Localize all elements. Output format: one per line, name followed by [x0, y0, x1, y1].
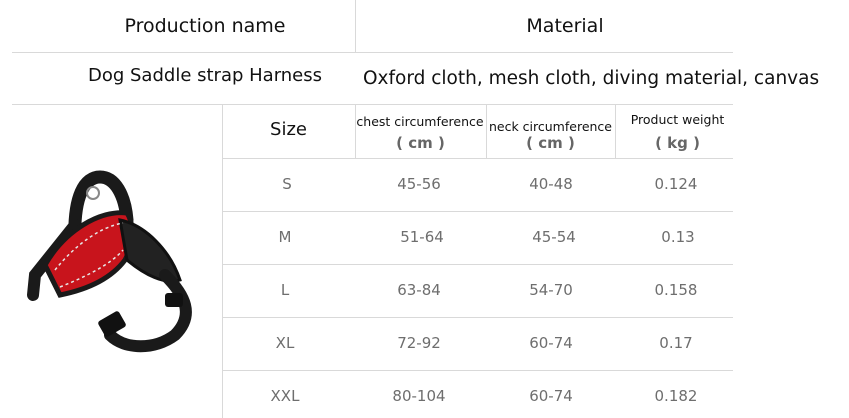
chest-cell: 80-104 [392, 387, 446, 405]
size-table-row-line-3 [222, 264, 733, 265]
top-table-divider-1 [12, 52, 733, 53]
size-column-header: Size [270, 119, 307, 140]
neck-cell: 54-70 [529, 281, 573, 299]
weight-unit: ( kg ) [655, 134, 700, 152]
neck-cell: 40-48 [529, 175, 573, 193]
harness-product-image [27, 170, 192, 353]
weight-column-header: Product weight [630, 112, 725, 127]
harness-buckle [98, 311, 126, 337]
size-table-row-line-5 [222, 370, 733, 371]
chest-cell: 45-56 [397, 175, 441, 193]
chest-unit: ( cm ) [396, 134, 445, 152]
neck-cell: 60-74 [529, 387, 573, 405]
size-table-row-line-4 [222, 317, 733, 318]
weight-cell: 0.124 [654, 175, 698, 193]
neck-unit: ( cm ) [526, 134, 575, 152]
size-cell: S [282, 175, 292, 193]
production-name-label: Production name [124, 15, 286, 37]
chest-cell: 51-64 [400, 228, 444, 246]
size-cell: XXL [270, 387, 300, 405]
neck-cell: 45-54 [532, 228, 576, 246]
chest-cell: 72-92 [397, 334, 441, 352]
top-table-vertical [355, 0, 356, 52]
weight-cell: 0.158 [654, 281, 698, 299]
harness-chest-strap [104, 269, 192, 353]
weight-cell: 0.182 [654, 387, 698, 405]
top-table-divider-2 [12, 104, 733, 105]
weight-cell: 0.17 [659, 334, 693, 352]
product-name-value: Dog Saddle strap Harness [87, 65, 323, 86]
harness-d-ring [86, 186, 100, 200]
neck-column-header: neck circumference [488, 119, 612, 134]
material-value: Oxford cloth, mesh cloth, diving materia… [363, 68, 820, 89]
chest-cell: 63-84 [397, 281, 441, 299]
size-cell: M [278, 228, 292, 246]
size-cell: XL [275, 334, 295, 352]
size-table-row-line-2 [222, 211, 733, 212]
size-cell: L [280, 281, 290, 299]
material-label: Material [526, 15, 604, 37]
weight-cell: 0.13 [661, 228, 695, 246]
size-table-row-line-1 [222, 158, 733, 159]
neck-cell: 60-74 [529, 334, 573, 352]
harness-mesh-panel [118, 218, 182, 283]
chest-column-header: chest circumference [356, 114, 484, 129]
